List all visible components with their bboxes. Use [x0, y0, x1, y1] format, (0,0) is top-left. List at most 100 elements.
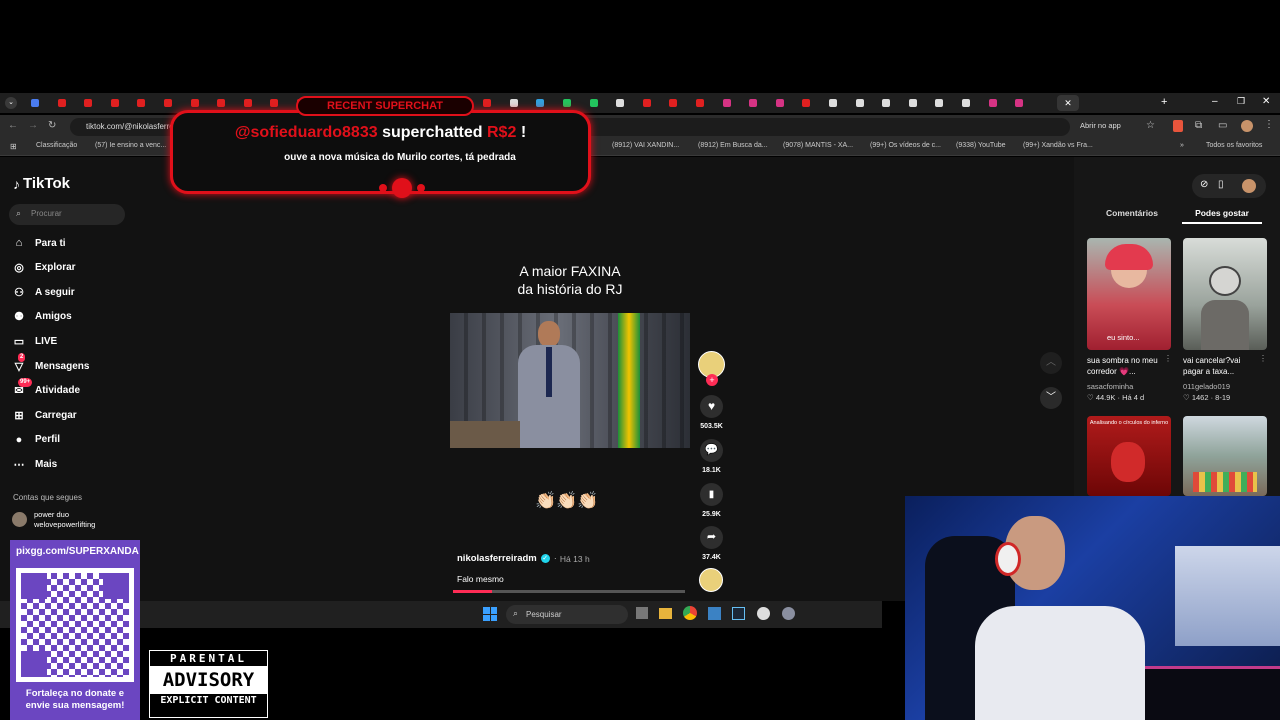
sidebar-item-a-seguir[interactable]: ⚇ A seguir	[12, 282, 132, 302]
browser-tab[interactable]	[900, 93, 926, 113]
settings-icon[interactable]	[782, 607, 795, 620]
profile-avatar[interactable]	[1241, 120, 1253, 132]
sidebar-item-live[interactable]: ▭ LIVE	[12, 331, 132, 351]
comment-icon[interactable]: 💬	[700, 439, 723, 462]
active-tab-close-icon[interactable]: ✕	[1057, 95, 1079, 111]
bookmark-item[interactable]: (99+) Xandão vs Fra...	[1023, 142, 1093, 149]
browser-tab[interactable]	[847, 93, 873, 113]
app-icon[interactable]	[757, 607, 770, 620]
browser-tab[interactable]	[660, 93, 686, 113]
taskbar-search[interactable]: ⌕ Pesquisar	[506, 605, 628, 624]
bookmark-item[interactable]: (99+) Os vídeos de c...	[870, 142, 941, 149]
following-account[interactable]: power duo welovepowerlifting	[12, 510, 95, 530]
bookmark-star-icon[interactable]: ☆	[1146, 120, 1155, 131]
suggestion-stats: ♡ 44.9K · Há 4 d	[1087, 393, 1144, 402]
browser-tab[interactable]	[687, 93, 713, 113]
browser-menu-icon[interactable]: ⋮	[1264, 119, 1274, 130]
author-avatar[interactable]: +	[698, 351, 725, 386]
browser-tab[interactable]	[926, 93, 952, 113]
browser-tab[interactable]	[128, 93, 154, 113]
all-favorites[interactable]: Todos os favoritos	[1206, 142, 1262, 149]
suggestion-title[interactable]: sua sombra no meu corredor 💗...	[1087, 355, 1162, 377]
next-video-icon[interactable]: ﹀	[1040, 387, 1062, 409]
new-tab-icon[interactable]: +	[1161, 96, 1167, 108]
task-view-icon[interactable]	[636, 607, 648, 619]
extensions-icon[interactable]: ⧉	[1195, 120, 1202, 131]
browser-tab[interactable]	[980, 93, 1006, 113]
reload-icon[interactable]: ↻	[48, 120, 56, 131]
sidebar-item-mensagens[interactable]: ▽ 2 Mensagens	[12, 353, 132, 376]
suggested-thumbnail[interactable]	[1183, 416, 1267, 496]
sidebar-item-amigos[interactable]: ⚉ Amigos	[12, 307, 132, 327]
browser-tab[interactable]	[1006, 93, 1032, 113]
video-author[interactable]: nikolasferreiradm	[457, 553, 537, 564]
open-app-button[interactable]: Abrir no app	[1080, 121, 1142, 134]
sidebar-item-atividade[interactable]: ✉ 99+ Atividade	[12, 377, 132, 401]
browser-tab[interactable]	[873, 93, 899, 113]
suggestion-title[interactable]: vai cancelar?vai pagar a taxa...	[1183, 355, 1261, 377]
start-icon[interactable]	[483, 607, 497, 621]
chrome-icon[interactable]	[683, 606, 697, 620]
bookmark-item[interactable]: Classificação	[36, 142, 77, 149]
sidebar-item-carregar[interactable]: ⊞ Carregar	[12, 405, 132, 425]
share-icon[interactable]: ➦	[700, 526, 723, 549]
tab-favicon-icon	[908, 99, 917, 107]
close-window-icon[interactable]: ✕	[1262, 96, 1270, 107]
bookmark-item[interactable]: (9078) MANTIS - XA...	[783, 142, 853, 149]
user-avatar[interactable]	[1242, 179, 1256, 193]
phone-icon[interactable]: ▯	[1218, 179, 1224, 190]
suggested-thumbnail[interactable]: Analisando o círculos do inferno	[1087, 416, 1171, 496]
bookmark-item[interactable]: (8912) Em Busca da...	[698, 142, 768, 149]
browser-tab[interactable]	[49, 93, 75, 113]
suggested-thumbnail[interactable]: eu sinto...	[1087, 238, 1171, 350]
bookmark-item[interactable]: (8912) VAI XANDIN...	[612, 142, 679, 149]
more-options-icon[interactable]: ⋮	[1164, 354, 1172, 363]
browser-tab[interactable]	[820, 93, 846, 113]
tab-comments[interactable]: Comentários	[1087, 208, 1177, 218]
browser-tab[interactable]	[793, 93, 819, 113]
tiktok-logo[interactable]: ♪ TikTok	[13, 175, 70, 192]
suggestion-author[interactable]: 011gelado019	[1183, 382, 1230, 391]
browser-tab[interactable]	[714, 93, 740, 113]
browser-tab[interactable]	[767, 93, 793, 113]
bookmark-item[interactable]: (57) Ie ensino a venc...	[95, 142, 166, 149]
steam-icon[interactable]	[732, 607, 745, 620]
browser-tab[interactable]	[953, 93, 979, 113]
browser-tab[interactable]	[607, 93, 633, 113]
browser-tab[interactable]	[22, 93, 48, 113]
tab-suggested[interactable]: Podes gostar	[1182, 208, 1262, 218]
sound-avatar[interactable]	[699, 568, 723, 592]
video-frame[interactable]	[450, 313, 690, 448]
browser-tab[interactable]	[634, 93, 660, 113]
follow-plus-icon[interactable]: +	[706, 374, 718, 386]
sidebar-item-mais[interactable]: ⋯ Mais	[12, 454, 132, 474]
bookmarks-overflow-icon[interactable]: »	[1180, 142, 1184, 149]
maximize-icon[interactable]: ❐	[1237, 96, 1245, 107]
search-input[interactable]: ⌕ Procurar	[9, 204, 125, 225]
browser-tab[interactable]	[102, 93, 128, 113]
file-explorer-icon[interactable]	[659, 608, 672, 619]
bookmark-item[interactable]: (9338) YouTube	[956, 142, 1006, 149]
apps-grid-icon[interactable]: ⊞	[10, 142, 17, 151]
sidebar-item-para-ti[interactable]: ⌂ Para ti	[12, 233, 132, 253]
sidebar-item-explorar[interactable]: ◎ Explorar	[12, 258, 132, 278]
previous-video-icon[interactable]: ︿	[1040, 352, 1062, 374]
downloads-icon[interactable]: ▭	[1218, 120, 1227, 131]
like-icon[interactable]: ♥	[700, 395, 723, 418]
back-icon[interactable]: ←	[8, 120, 18, 131]
extension-icon[interactable]	[1173, 120, 1183, 132]
suggested-thumbnail[interactable]	[1183, 238, 1267, 350]
browser-tab[interactable]	[75, 93, 101, 113]
superchat-header: RECENT SUPERCHAT	[296, 96, 474, 116]
bookmark-icon[interactable]: ▮	[700, 483, 723, 506]
tab-search-icon[interactable]: ⌄	[2, 93, 20, 113]
browser-tab[interactable]	[740, 93, 766, 113]
minimize-icon[interactable]: –	[1212, 96, 1218, 107]
app-icon[interactable]	[708, 607, 721, 620]
suggestion-author[interactable]: sasacfominha	[1087, 382, 1133, 391]
video-progress-track[interactable]	[453, 590, 685, 593]
more-options-icon[interactable]: ⋮	[1259, 354, 1267, 363]
compass-icon[interactable]: ⊘	[1200, 179, 1208, 190]
sidebar-item-perfil[interactable]: ● Perfil	[12, 430, 132, 450]
forward-icon[interactable]: →	[28, 120, 38, 131]
